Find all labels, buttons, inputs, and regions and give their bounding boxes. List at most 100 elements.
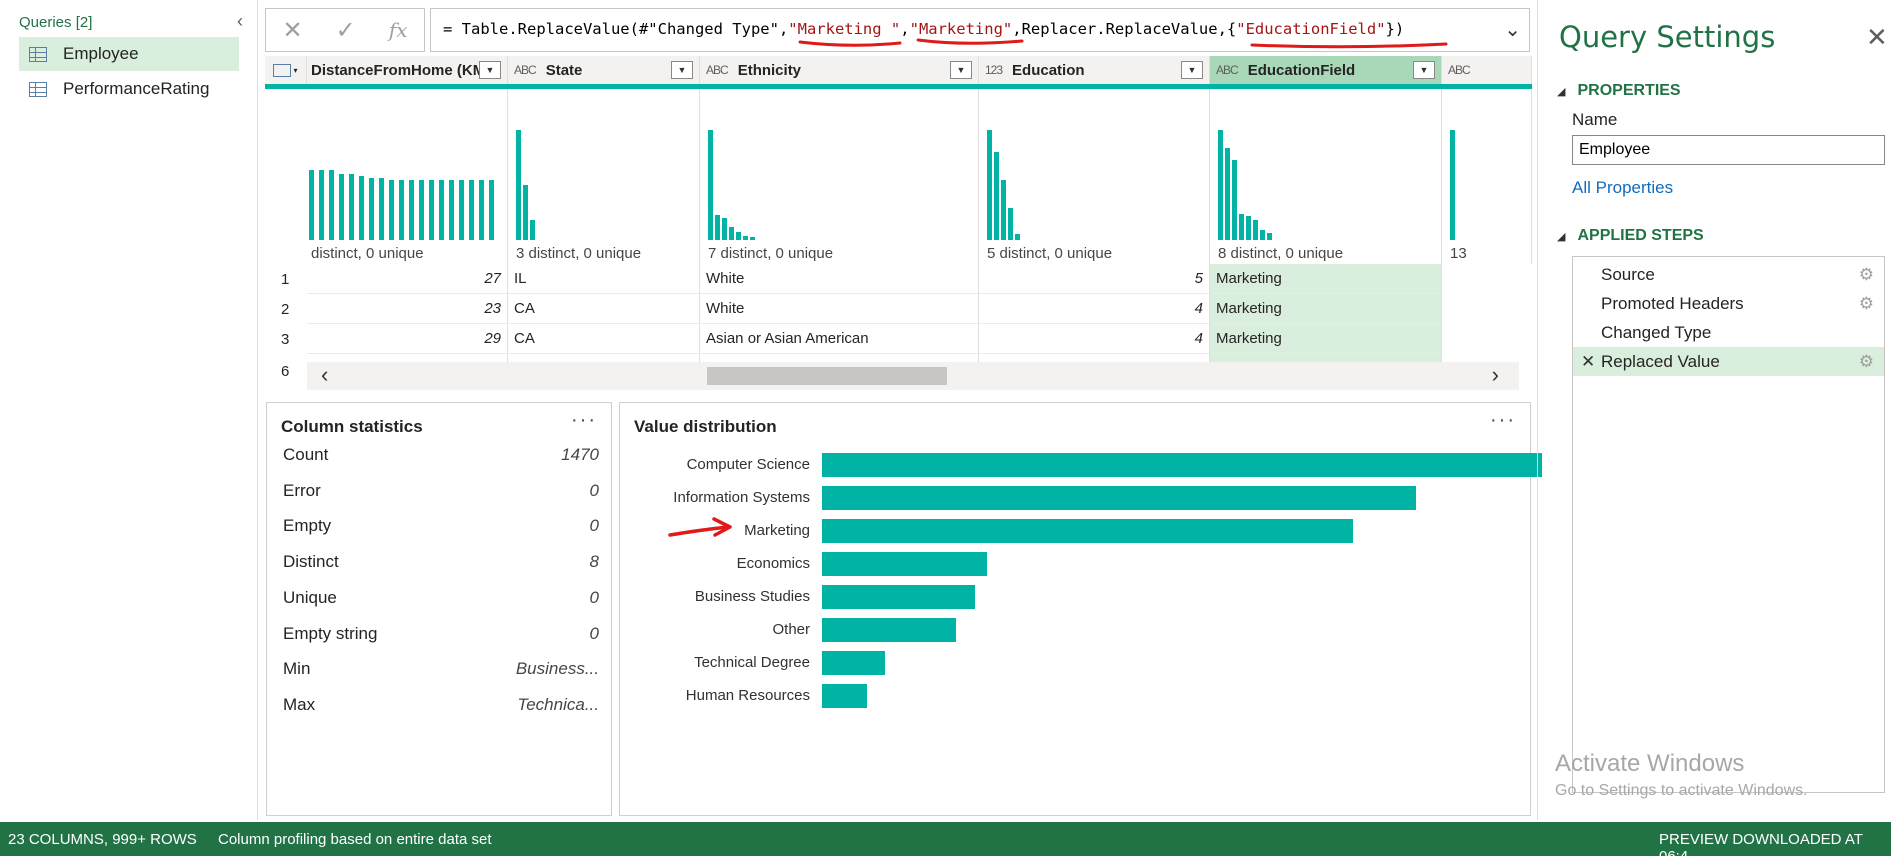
distribution-label: Marketing <box>744 522 810 539</box>
distribution-bar[interactable] <box>822 519 1353 543</box>
column-header-education[interactable]: 123 Education ▼ <box>979 56 1210 84</box>
table-cell[interactable]: 27 <box>307 264 508 294</box>
distribution-bar[interactable] <box>822 651 885 675</box>
table-cell[interactable]: CA <box>508 294 700 324</box>
gear-icon[interactable]: ⚙ <box>1859 352 1874 372</box>
gear-icon[interactable]: ⚙ <box>1859 265 1874 285</box>
table-cell[interactable]: Marketing <box>1210 294 1442 324</box>
column-profile: 7 distinct, 0 unique <box>700 89 979 264</box>
table-cell[interactable]: White <box>700 264 979 294</box>
stat-label: Min <box>283 659 311 679</box>
scroll-left-icon[interactable]: ‹ <box>321 364 328 386</box>
step-promoted-headers[interactable]: Promoted Headers ⚙ <box>1573 289 1884 318</box>
distribution-bar[interactable] <box>822 552 987 576</box>
close-icon[interactable]: ✕ <box>1866 22 1888 53</box>
stat-row: Error 0 <box>283 474 599 508</box>
histogram-bar <box>339 174 344 240</box>
table-cell[interactable]: IL <box>508 264 700 294</box>
step-replaced-value[interactable]: ✕ Replaced Value ⚙ <box>1573 347 1884 376</box>
stat-row: Empty string 0 <box>283 617 599 651</box>
distribution-label: Human Resources <box>685 687 810 704</box>
distribution-bar[interactable] <box>822 453 1542 477</box>
table-cell[interactable]: 23 <box>307 294 508 324</box>
table-cell[interactable]: Asian or Asian American <box>700 324 979 354</box>
panel-title: Column statistics <box>281 417 423 436</box>
all-properties-link[interactable]: All Properties <box>1572 178 1673 198</box>
filter-dropdown-icon[interactable]: ▼ <box>479 61 501 79</box>
filter-dropdown-icon[interactable]: ▼ <box>950 61 972 79</box>
distribution-bar[interactable] <box>822 684 867 708</box>
column-header-distancefromhome[interactable]: DistanceFromHome (KM) ▼ <box>307 56 508 84</box>
row-number: 3 <box>265 324 307 354</box>
fx-icon[interactable]: fx <box>389 18 408 42</box>
more-options-icon[interactable]: ··· <box>1490 409 1516 432</box>
filter-dropdown-icon[interactable]: ▼ <box>671 61 693 79</box>
text-type-icon: ABC <box>1216 63 1239 77</box>
chevron-down-icon[interactable]: ⌄ <box>1504 17 1521 42</box>
column-header-state[interactable]: ABC State ▼ <box>508 56 700 84</box>
stat-value: 0 <box>589 480 599 500</box>
histogram-bar <box>309 170 314 240</box>
table-cell[interactable]: Marketing <box>1210 324 1442 354</box>
distribution-label: Information Systems <box>673 489 810 506</box>
query-item-employee[interactable]: Employee <box>19 37 239 71</box>
horizontal-scrollbar[interactable]: ‹ › <box>307 362 1519 390</box>
histogram-bar <box>349 174 354 240</box>
table-icon <box>29 81 47 97</box>
table-cell[interactable]: 4 <box>979 294 1210 324</box>
scroll-right-icon[interactable]: › <box>1492 364 1499 386</box>
more-options-icon[interactable]: ··· <box>571 409 597 432</box>
distribution-label: Business Studies <box>694 588 810 605</box>
queries-title: Queries [2] <box>19 14 93 31</box>
panel-title: Value distribution <box>634 417 777 436</box>
histogram-bar <box>459 180 464 240</box>
filter-dropdown-icon[interactable]: ▼ <box>1181 61 1203 79</box>
filter-dropdown-icon[interactable]: ▼ <box>1413 61 1435 79</box>
table-menu-icon[interactable]: ▾ <box>265 56 307 84</box>
settings-title: Query Settings <box>1559 20 1776 54</box>
stat-row: Unique 0 <box>283 581 599 615</box>
stat-value: Business... <box>515 659 599 679</box>
properties-section-header[interactable]: ◢ PROPERTIES <box>1557 82 1681 100</box>
commit-icon[interactable]: ✓ <box>336 16 356 45</box>
step-changed-type[interactable]: Changed Type <box>1573 318 1884 347</box>
query-settings-pane: Query Settings ✕ ◢PROPERTIES Name All Pr… <box>1537 0 1891 820</box>
column-header-educationfield[interactable]: ABC EducationField ▼ <box>1210 56 1442 84</box>
column-header-ethnicity[interactable]: ABC Ethnicity ▼ <box>700 56 979 84</box>
histogram-bar <box>409 180 414 240</box>
scrollbar-thumb[interactable] <box>707 367 947 385</box>
row-number: 2 <box>265 294 307 324</box>
table-cell[interactable]: Marketing <box>1210 264 1442 294</box>
stat-row: Min Business... <box>283 652 599 686</box>
distribution-bar[interactable] <box>822 618 956 642</box>
histogram-bar <box>469 180 474 240</box>
cancel-icon[interactable]: ✕ <box>283 16 303 45</box>
table-icon <box>29 46 47 62</box>
distribution-bar[interactable] <box>822 486 1416 510</box>
gear-icon[interactable]: ⚙ <box>1859 294 1874 314</box>
step-source[interactable]: Source ⚙ <box>1573 260 1884 289</box>
table-cell[interactable]: 5 <box>979 264 1210 294</box>
table-cell[interactable]: 29 <box>307 324 508 354</box>
activate-windows-watermark: Activate Windows <box>1555 750 1745 777</box>
column-header-next[interactable]: ABC <box>1442 56 1532 84</box>
table-cell[interactable]: White <box>700 294 979 324</box>
stat-row: Count 1470 <box>283 438 599 472</box>
profiling-mode[interactable]: Column profiling based on entire data se… <box>218 831 492 848</box>
delete-step-icon[interactable]: ✕ <box>1581 352 1595 372</box>
collapse-pane-icon[interactable]: ‹ <box>230 10 250 32</box>
row-number: 6 <box>265 356 307 386</box>
stat-label: Empty <box>283 516 332 536</box>
applied-steps-section-header[interactable]: ◢ APPLIED STEPS <box>1557 227 1704 245</box>
preview-timestamp: PREVIEW DOWNLOADED AT 06:4 <box>1659 831 1863 865</box>
stat-row: Max Technica... <box>283 688 599 722</box>
query-name-field[interactable] <box>1572 135 1885 165</box>
table-cell[interactable]: 4 <box>979 324 1210 354</box>
column-profile: 3 distinct, 0 unique <box>508 89 700 264</box>
histogram-bar <box>449 180 454 240</box>
table-cell[interactable]: CA <box>508 324 700 354</box>
stat-value: Technica... <box>517 694 599 714</box>
distribution-bar[interactable] <box>822 585 975 609</box>
formula-input[interactable]: = Table.ReplaceValue(#"Changed Type","Ma… <box>430 8 1530 52</box>
query-item-performancerating[interactable]: PerformanceRating <box>19 72 239 106</box>
